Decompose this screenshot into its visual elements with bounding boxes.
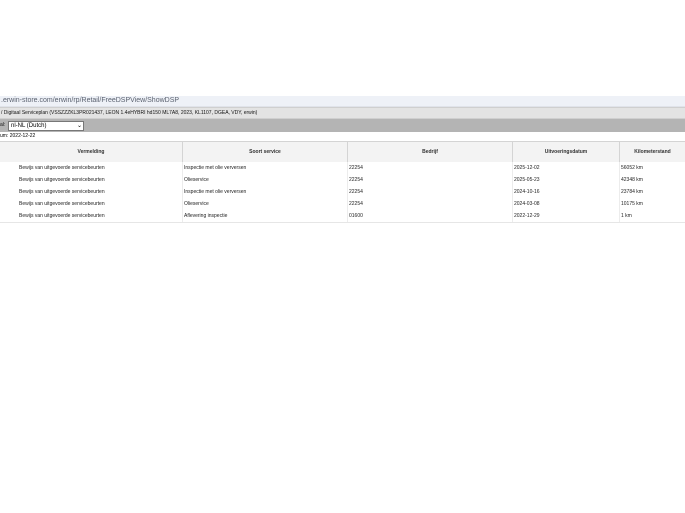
cell-kilometerstand: 23784 km	[619, 186, 685, 198]
url-text[interactable]: .erwin-store.com/erwin/rp/Retail/FreeDSP…	[1, 96, 179, 106]
column-header-vermelding[interactable]: Vermelding	[0, 142, 182, 162]
cell-bedrijf: 01600	[347, 210, 512, 222]
cell-bedrijf: 22254	[347, 174, 512, 186]
column-header-uitvoeringsdatum[interactable]: Uitvoeringsdatum	[512, 142, 619, 162]
cell-uitvoeringsdatum: 2025-05-23	[512, 174, 619, 186]
cell-kilometerstand: 1 km	[619, 210, 685, 222]
cell-bedrijf: 22254	[347, 186, 512, 198]
cell-kilometerstand: 56052 km	[619, 162, 685, 174]
address-bar[interactable]: .erwin-store.com/erwin/rp/Retail/FreeDSP…	[0, 96, 685, 107]
cell-bedrijf: 22254	[347, 162, 512, 174]
cell-soort-service: Aflevering inspectie	[182, 210, 347, 222]
cell-soort-service: Olieservice	[182, 198, 347, 210]
cell-soort-service: Olieservice	[182, 174, 347, 186]
cell-uitvoeringsdatum: 2024-03-08	[512, 198, 619, 210]
language-select[interactable]: nl-NL (Dutch) ⌄	[8, 121, 84, 131]
language-select-value: nl-NL (Dutch)	[11, 123, 47, 129]
cell-kilometerstand: 42348 km	[619, 174, 685, 186]
cell-bedrijf: 22254	[347, 198, 512, 210]
language-label: al:	[0, 122, 6, 128]
cell-uitvoeringsdatum: 2025-12-02	[512, 162, 619, 174]
cell-vermelding: Bewijs van uitgevoerde servicebeurten	[19, 189, 105, 195]
table-header: Vermelding Soort service Bedrijf Uitvoer…	[0, 141, 685, 163]
language-toolbar: al: nl-NL (Dutch) ⌄	[0, 119, 685, 132]
page-title: / Digitaal Serviceplan (VSSZZZKL3PR02143…	[1, 110, 258, 116]
date-text: um: 2022-12-22	[0, 133, 36, 139]
column-header-kilometerstand[interactable]: Kilometerstand	[619, 142, 685, 162]
cell-uitvoeringsdatum: 2024-10-16	[512, 186, 619, 198]
cell-uitvoeringsdatum: 2022-12-29	[512, 210, 619, 222]
page-header: / Digitaal Serviceplan (VSSZZZKL3PR02143…	[0, 107, 685, 119]
column-header-bedrijf[interactable]: Bedrijf	[347, 142, 512, 162]
chevron-down-icon: ⌄	[76, 123, 82, 129]
column-header-soort-service[interactable]: Soort service	[182, 142, 347, 162]
cell-vermelding: Bewijs van uitgevoerde servicebeurten	[19, 177, 105, 183]
cell-vermelding: Bewijs van uitgevoerde servicebeurten	[19, 201, 105, 207]
table-row: Bewijs van uitgevoerde servicebeurten Af…	[0, 210, 685, 223]
cell-vermelding: Bewijs van uitgevoerde servicebeurten	[19, 213, 105, 219]
cell-soort-service: Inspectie met olie verversen	[182, 186, 347, 198]
cell-kilometerstand: 10175 km	[619, 198, 685, 210]
cell-vermelding: Bewijs van uitgevoerde servicebeurten	[19, 165, 105, 171]
cell-soort-service: Inspectie met olie verversen	[182, 162, 347, 174]
